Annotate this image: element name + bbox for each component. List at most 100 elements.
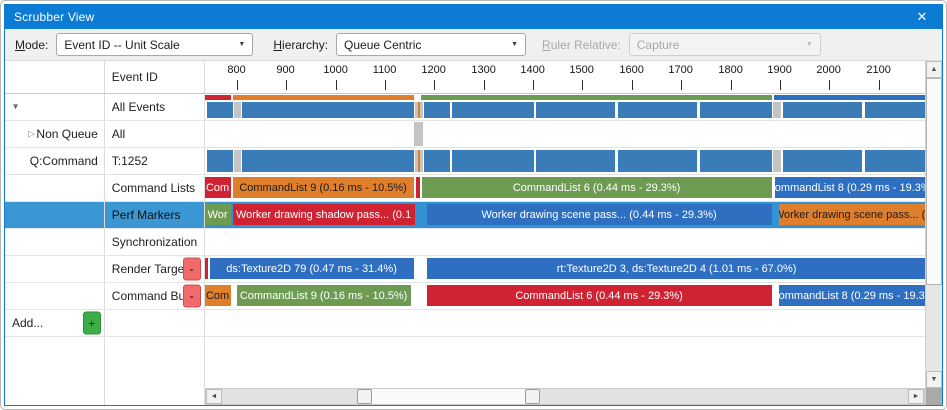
ruler-tick-label: 1800 (718, 64, 742, 76)
timeline-bar-segment[interactable] (207, 102, 233, 118)
timeline-box[interactable]: CommandList 6 (0.44 ms - 29.3%) (427, 285, 772, 306)
add-row-button[interactable]: + (83, 312, 101, 335)
timeline-bar-segment[interactable] (242, 150, 414, 172)
timeline-box[interactable]: Worker drawing scene pass... (0.44 ms - … (427, 204, 772, 225)
vertical-scrollbar-thumb[interactable] (926, 78, 942, 285)
timeline-bar-segment[interactable] (774, 95, 925, 100)
row-label-perf-markers[interactable]: Perf Markers (105, 202, 205, 228)
timeline-bar-segment[interactable] (700, 150, 772, 172)
event-id-ruler[interactable]: 8009001000110012001300140015001600170018… (205, 61, 925, 93)
horizontal-scrollbar-grip-right[interactable] (525, 389, 540, 404)
timeline-box[interactable]: Worker drawing scene pass... (0 (779, 204, 925, 225)
timeline-box[interactable]: CommandList 6 (0.44 ms - 29.3%) (422, 177, 772, 198)
timeline-bar-segment[interactable] (783, 150, 862, 172)
timeline-bar-segment[interactable] (420, 102, 423, 118)
command-buffers-tree-cell[interactable] (5, 283, 105, 309)
timeline-all-events[interactable] (205, 94, 925, 120)
timeline-perf-markers[interactable]: WorWorker drawing shadow pass... (0.1 Wor… (205, 202, 925, 228)
vertical-scrollbar[interactable]: ▲ ▼ (925, 61, 942, 405)
timeline-bar-segment[interactable] (773, 102, 781, 118)
perf-markers-tree-cell[interactable] (5, 202, 105, 228)
timeline-bar-segment[interactable] (234, 102, 241, 118)
timeline-bar-segment[interactable] (233, 95, 414, 100)
row-label-command-buffers[interactable]: Command Bu... - (105, 283, 205, 309)
timeline-bar-segment[interactable] (700, 102, 772, 118)
row-queue-command: Q:Command T:1252 (5, 148, 925, 175)
non-queue-tree-cell[interactable]: ▷ Non Queue (5, 121, 105, 147)
timeline-bar-segment[interactable] (420, 150, 423, 172)
timeline-bar-segment[interactable] (234, 150, 241, 172)
row-non-queue: ▷ Non Queue All (5, 121, 925, 148)
timeline-box[interactable]: CommandList 8 (0.29 ms - 19.3% (779, 285, 925, 306)
timeline-bar-segment[interactable] (618, 102, 697, 118)
synchronization-tree-cell[interactable] (5, 229, 105, 255)
row-label-command-lists[interactable]: Command Lists (105, 175, 205, 201)
timeline-bar-segment[interactable] (421, 95, 772, 100)
timeline-bar-segment[interactable] (865, 150, 925, 172)
timeline-box[interactable]: rt:Texture2D 3, ds:Texture2D 4 (1.01 ms … (427, 258, 925, 279)
scroll-left-icon[interactable]: ◄ (206, 389, 222, 404)
timeline-bar-segment[interactable] (416, 177, 420, 198)
mode-dropdown[interactable]: Event ID -- Unit Scale ▼ (56, 33, 253, 56)
scrubber-view-dialog: Scrubber View ✕ Mode: Event ID -- Unit S… (0, 0, 947, 410)
add-row-cell[interactable]: Add... + (5, 310, 105, 336)
timeline-command-lists[interactable]: ComCommandList 9 (0.16 ms - 10.5%) Comman… (205, 175, 925, 201)
timeline-t1252[interactable] (205, 148, 925, 174)
row-label-all-events[interactable]: All Events (105, 94, 205, 120)
render-targets-tree-cell[interactable] (5, 256, 105, 282)
timeline-bar-segment[interactable] (536, 150, 615, 172)
timeline-synchronization[interactable] (205, 229, 925, 255)
expander-down-icon[interactable]: ▾ (13, 102, 18, 113)
add-label: Add... (12, 316, 43, 330)
timeline-render-targets[interactable]: ds:Texture2D 79 (0.47 ms - 31.4%) rt:Text… (205, 256, 925, 282)
horizontal-scrollbar-grip-left[interactable] (357, 389, 372, 404)
row-label-t1252[interactable]: T:1252 (105, 148, 205, 174)
close-icon[interactable]: ✕ (911, 7, 933, 27)
timeline-bar-segment[interactable] (773, 150, 781, 172)
timeline-box[interactable]: Com (205, 285, 231, 306)
timeline-bar-segment[interactable] (205, 95, 231, 100)
timeline-box[interactable]: Wor (205, 204, 231, 225)
queue-command-cell[interactable]: Q:Command (5, 148, 105, 174)
timeline-bar-segment[interactable] (414, 122, 423, 146)
timeline-bar-segment[interactable] (865, 102, 925, 118)
ruler-tick-label: 900 (276, 64, 294, 76)
remove-row-button[interactable]: - (183, 258, 201, 281)
scroll-right-icon[interactable]: ► (908, 389, 924, 404)
remove-row-button[interactable]: - (183, 285, 201, 308)
ruler-tick-mark (731, 80, 732, 90)
timeline-bar-segment[interactable] (205, 258, 208, 279)
timeline-box[interactable]: CommandList 9 (0.16 ms - 10.5%) (237, 285, 411, 306)
timeline-non-queue-all[interactable] (205, 121, 925, 147)
row-label-all[interactable]: All (105, 121, 205, 147)
timeline-bar-segment[interactable] (207, 150, 233, 172)
timeline-bar-segment[interactable] (242, 102, 414, 118)
hierarchy-dropdown[interactable]: Queue Centric ▼ (336, 33, 526, 56)
timeline-bar-segment[interactable] (424, 150, 450, 172)
dropdown-arrow-icon: ▼ (798, 41, 813, 48)
timeline-box[interactable]: CommandList 8 (0.29 ms - 19.3%) (775, 177, 925, 198)
timeline-bar-segment[interactable] (452, 150, 534, 172)
timeline-box[interactable]: Com (205, 177, 231, 198)
row-label-synchronization[interactable]: Synchronization (105, 229, 205, 255)
horizontal-scrollbar-range[interactable] (357, 389, 540, 404)
all-events-tree-cell[interactable]: ▾ (5, 94, 105, 120)
timeline-box[interactable]: ds:Texture2D 79 (0.47 ms - 31.4%) (210, 258, 414, 279)
timeline-bar-segment[interactable] (452, 102, 534, 118)
row-label-render-targets[interactable]: Render Targe... - (105, 256, 205, 282)
timeline-bar-segment[interactable] (424, 102, 450, 118)
add-row-label-cell (105, 310, 205, 336)
horizontal-scrollbar[interactable]: ◄ ► (205, 388, 925, 405)
expander-right-icon[interactable]: ▷ (28, 129, 35, 140)
scroll-down-icon[interactable]: ▼ (926, 371, 942, 388)
hierarchy-value: Queue Centric (344, 38, 421, 52)
timeline-bar-segment[interactable] (618, 150, 697, 172)
scroll-up-icon[interactable]: ▲ (926, 61, 942, 78)
timeline-box[interactable]: CommandList 9 (0.16 ms - 10.5%) (233, 177, 414, 198)
timeline-bar-segment[interactable] (536, 102, 615, 118)
timeline-box[interactable]: Worker drawing shadow pass... (0.1 (233, 204, 415, 225)
ruler-tick-label: 1700 (668, 64, 692, 76)
timeline-command-buffers[interactable]: Com CommandList 9 (0.16 ms - 10.5%) Comman… (205, 283, 925, 309)
timeline-bar-segment[interactable] (783, 102, 862, 118)
command-lists-tree-cell[interactable] (5, 175, 105, 201)
